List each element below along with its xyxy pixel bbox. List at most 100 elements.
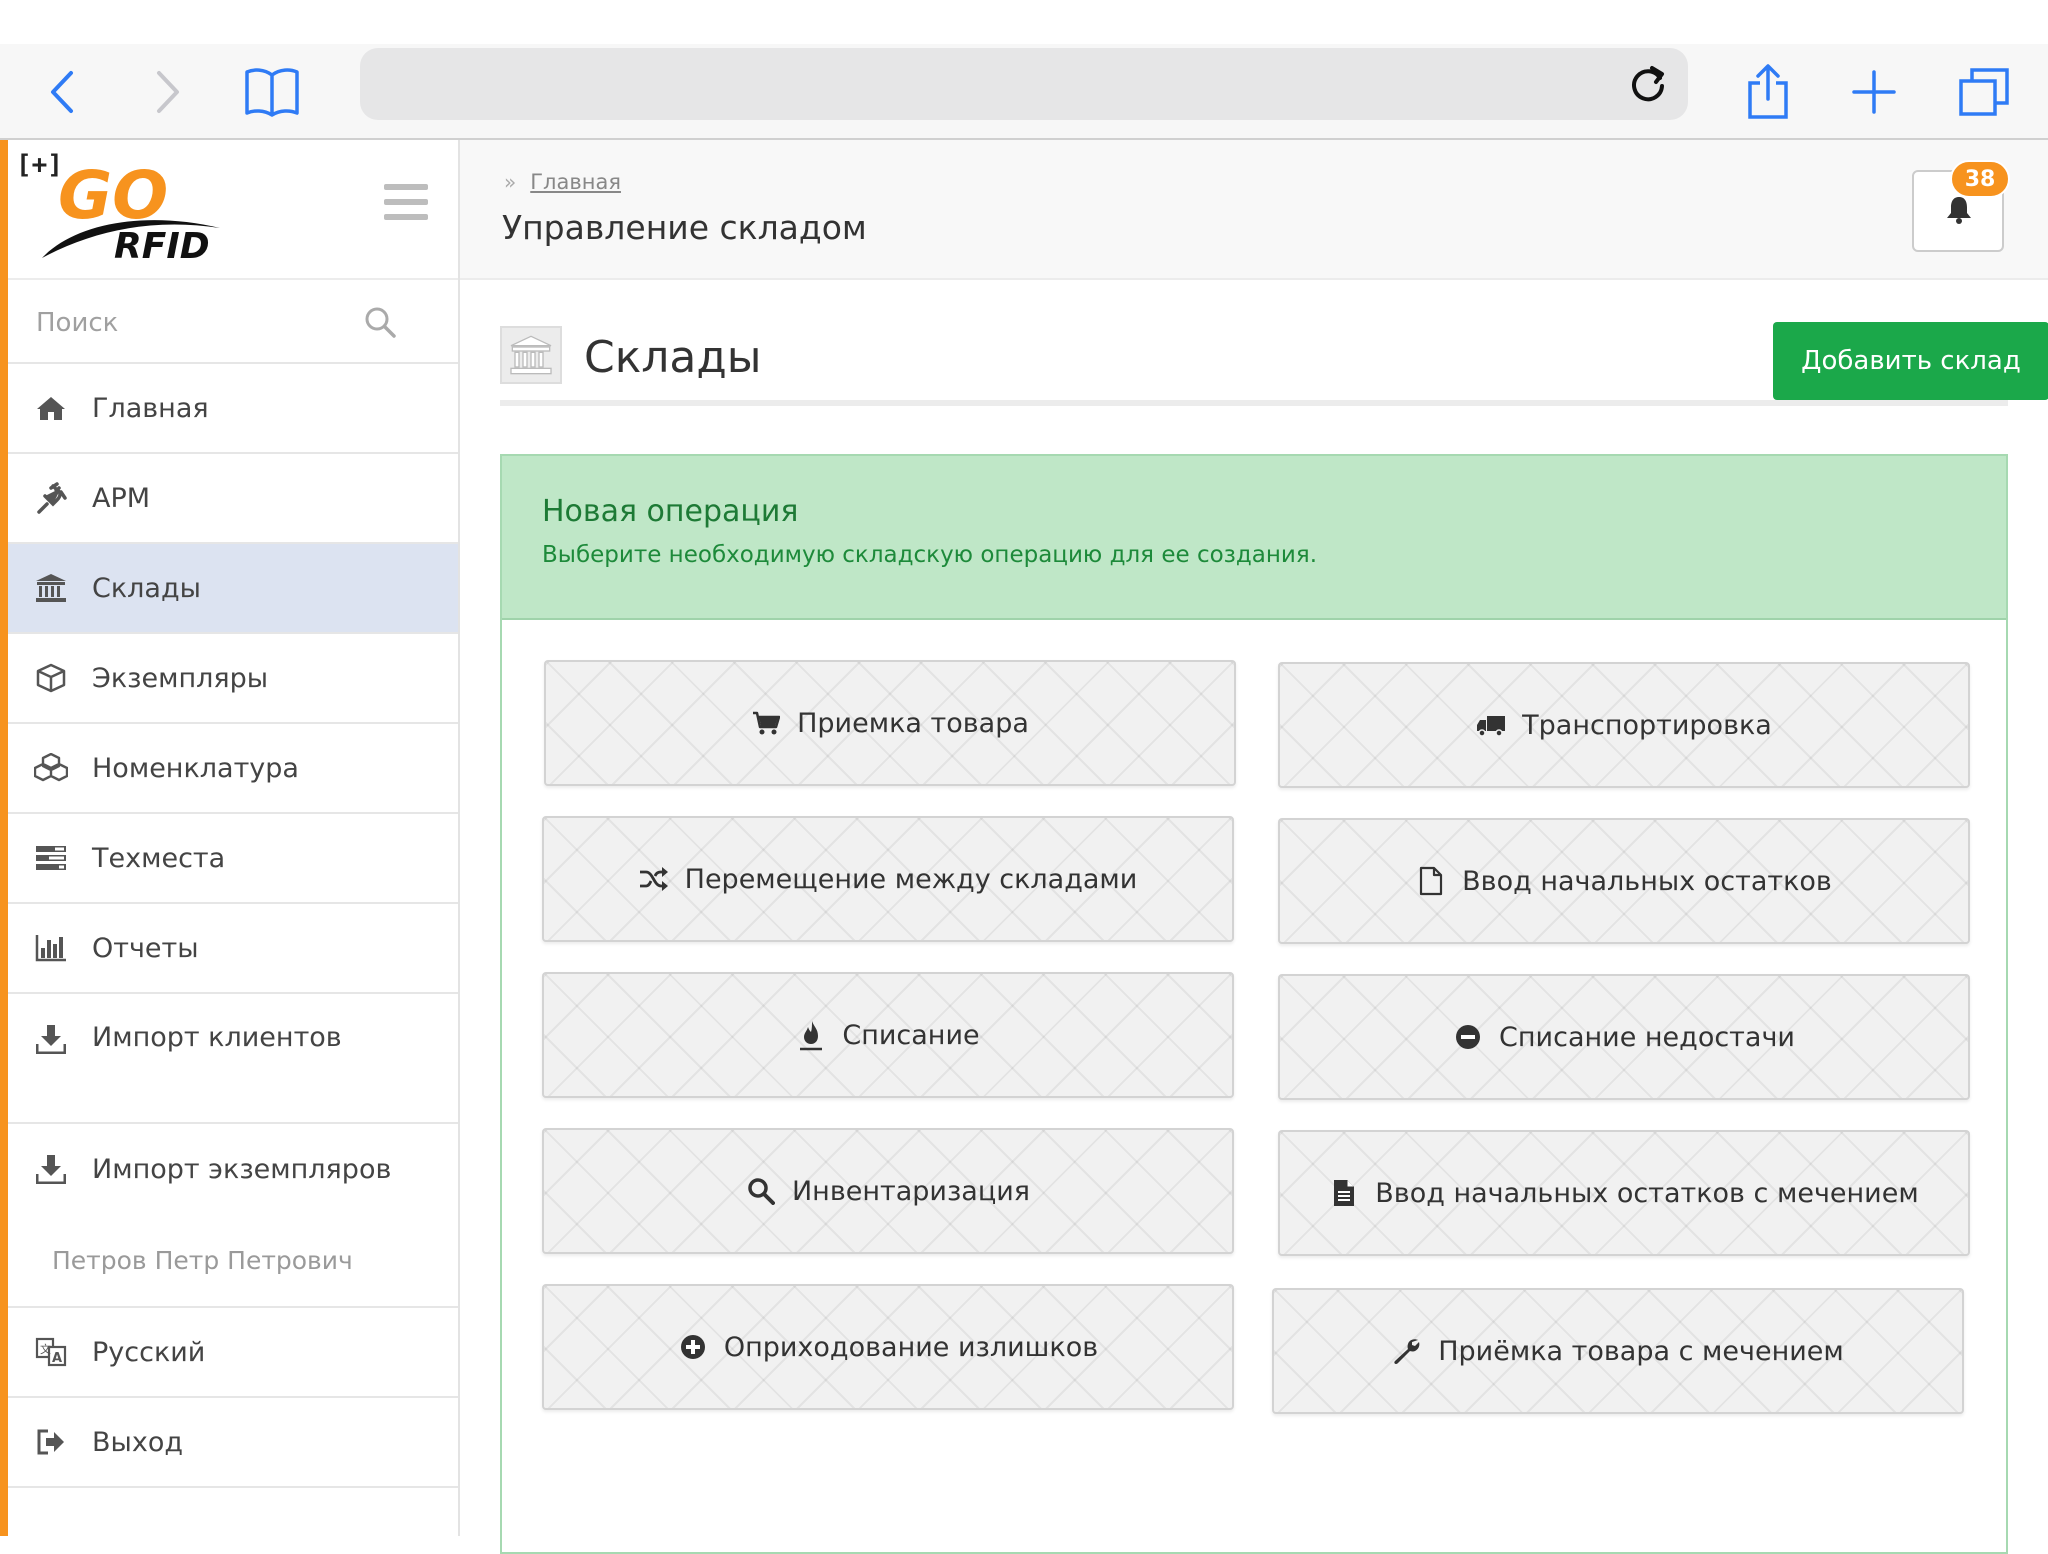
wrench-icon [1392, 1336, 1422, 1366]
op-label: Транспортировка [1522, 709, 1772, 741]
svg-text:A: A [52, 1351, 62, 1366]
sidebar-item-warehouses[interactable]: Склады [8, 544, 458, 634]
accent-strip [0, 140, 8, 1536]
bank-icon [34, 571, 68, 605]
logo-rfid-text: RFID [114, 226, 210, 267]
forward-icon[interactable] [140, 44, 196, 140]
cart-icon [751, 708, 781, 738]
op-receive-goods-marking-button[interactable]: Приёмка товара с мечением [1272, 1288, 1964, 1414]
sidebar-item-label: Главная [92, 392, 209, 424]
sidebar-item-language[interactable]: 文A Русский [8, 1308, 458, 1398]
tasks-icon [34, 841, 68, 875]
shuffle-icon [639, 864, 669, 894]
search-icon[interactable] [364, 306, 396, 338]
op-label: Ввод начальных остатков [1462, 865, 1832, 897]
sidebar-item-import-instances[interactable]: Импорт экземпляров [8, 1124, 458, 1214]
sidebar-item-label: Отчеты [92, 932, 199, 964]
add-warehouse-button[interactable]: Добавить склад [1773, 322, 2048, 400]
main-content: » Главная Управление складом 38 Склады Д… [460, 140, 2048, 1554]
sidebar-item-label: Склады [92, 572, 201, 604]
op-transportation-button[interactable]: Транспортировка [1278, 662, 1970, 788]
tabs-icon[interactable] [1954, 44, 2014, 140]
sidebar-item-label: АРМ [92, 482, 151, 514]
plus-circle-icon [678, 1332, 708, 1362]
status-bar [0, 0, 2048, 44]
minus-circle-icon [1453, 1022, 1483, 1052]
new-operation-panel: Новая операция Выберите необходимую скла… [500, 454, 2008, 1554]
plug-icon [34, 481, 68, 515]
download-icon [34, 1022, 68, 1056]
bar-chart-icon [34, 931, 68, 965]
page-header: » Главная Управление складом 38 [460, 140, 2048, 280]
cube-icon [34, 661, 68, 695]
sidebar-item-nomenclature[interactable]: Номенклатура [8, 724, 458, 814]
browser-toolbar [0, 44, 2048, 140]
op-label: Приёмка товара с мечением [1438, 1335, 1844, 1367]
op-move-between-warehouses-button[interactable]: Перемещение между складами [542, 816, 1234, 942]
panel-title: Новая операция [542, 494, 799, 529]
sidebar-item-logout[interactable]: Выход [8, 1398, 458, 1488]
sidebar-item-label: Номенклатура [92, 752, 299, 784]
share-icon[interactable] [1740, 44, 1796, 140]
sidebar-item-label: Техместа [92, 842, 226, 874]
reload-icon[interactable] [1626, 62, 1670, 106]
user-name: Петров Петр Петрович [8, 1214, 458, 1308]
op-write-off-button[interactable]: Списание [542, 972, 1234, 1098]
panel-subtitle: Выберите необходимую складскую операцию … [542, 542, 1318, 568]
sidebar-nav: Главная АРМ Склады Экземпляры Номенклату… [8, 364, 458, 1488]
new-tab-icon[interactable] [1846, 44, 1902, 140]
file-outline-icon [1416, 866, 1446, 896]
home-icon [34, 391, 68, 425]
op-write-off-shortage-button[interactable]: Списание недостачи [1278, 974, 1970, 1100]
bank-icon [500, 326, 562, 384]
search-input[interactable] [36, 300, 336, 346]
file-text-icon [1329, 1178, 1359, 1208]
section-title: Склады [584, 332, 762, 383]
gorfid-logo: GO RFID [42, 157, 220, 267]
op-inventory-button[interactable]: Инвентаризация [542, 1128, 1234, 1254]
sidebar-item-import-clients[interactable]: Импорт клиентов [8, 994, 458, 1124]
op-surplus-receipt-button[interactable]: Оприходование излишков [542, 1284, 1234, 1410]
app: [+] GO RFID Главная АРМ Склады [0, 140, 2048, 1554]
search-icon [746, 1176, 776, 1206]
breadcrumb-home-link[interactable]: Главная [530, 170, 621, 194]
op-label: Списание недостачи [1499, 1021, 1795, 1053]
page-title: Управление складом [502, 208, 867, 247]
language-icon: 文A [34, 1335, 68, 1369]
op-label: Перемещение между складами [684, 863, 1138, 895]
menu-toggle-icon[interactable] [384, 184, 428, 224]
sidebar: [+] GO RFID Главная АРМ Склады [8, 140, 460, 1536]
logo-area: [+] GO RFID [8, 140, 458, 280]
bookmarks-icon[interactable] [238, 44, 306, 140]
op-label: Инвентаризация [791, 1175, 1031, 1207]
op-label: Списание [842, 1019, 980, 1051]
fire-icon [796, 1020, 826, 1051]
sidebar-item-reports[interactable]: Отчеты [8, 904, 458, 994]
op-initial-balances-button[interactable]: Ввод начальных остатков [1278, 818, 1970, 944]
back-icon[interactable] [34, 44, 90, 140]
sidebar-item-arm[interactable]: АРМ [8, 454, 458, 544]
sidebar-item-instances[interactable]: Экземпляры [8, 634, 458, 724]
panel-header: Новая операция Выберите необходимую скла… [502, 456, 2006, 620]
op-initial-balances-marking-button[interactable]: Ввод начальных остатков с мечением [1278, 1130, 1970, 1256]
op-label: Оприходование излишков [723, 1331, 1099, 1363]
sidebar-item-label: Экземпляры [92, 662, 269, 694]
sidebar-item-label: Импорт клиентов [92, 1022, 342, 1053]
op-receive-goods-button[interactable]: Приемка товара [544, 660, 1236, 786]
op-label: Приемка товара [797, 707, 1029, 739]
breadcrumb-chevron-icon: » [504, 170, 517, 194]
notifications-badge: 38 [1950, 160, 2010, 198]
cubes-icon [34, 751, 68, 785]
download-icon [34, 1152, 68, 1186]
sidebar-search [8, 282, 458, 364]
section-header: Склады Добавить склад [500, 310, 2048, 406]
sidebar-item-home[interactable]: Главная [8, 364, 458, 454]
breadcrumb: » Главная [504, 170, 621, 194]
svg-text:文: 文 [40, 1342, 51, 1356]
sidebar-item-label: Выход [92, 1426, 184, 1458]
truck-icon [1476, 710, 1506, 740]
url-bar[interactable] [360, 48, 1688, 120]
sign-out-icon [34, 1425, 68, 1459]
sidebar-item-techplaces[interactable]: Техместа [8, 814, 458, 904]
op-label: Ввод начальных остатков с мечением [1375, 1177, 1919, 1209]
